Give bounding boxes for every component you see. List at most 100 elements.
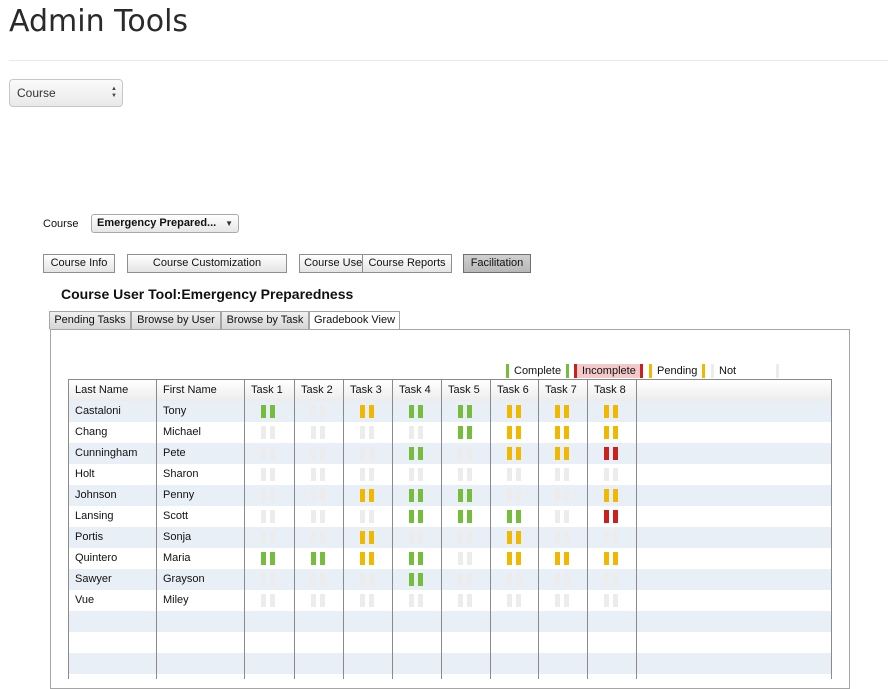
task-status-pending-icon[interactable]: [555, 552, 569, 565]
task-status-not-started-icon[interactable]: [311, 447, 325, 460]
task-status-pending-icon[interactable]: [507, 447, 521, 460]
task-status-complete-icon[interactable]: [409, 573, 423, 586]
task-status-not-started-icon[interactable]: [261, 510, 275, 523]
task-status-not-started-icon[interactable]: [507, 573, 521, 586]
task-status-not-started-icon[interactable]: [311, 426, 325, 439]
task-status-not-started-icon[interactable]: [409, 426, 423, 439]
task-status-not-started-icon[interactable]: [555, 594, 569, 607]
table-row[interactable]: Chang Michael: [69, 422, 831, 443]
task-status-not-started-icon[interactable]: [507, 489, 521, 502]
task-status-complete-icon[interactable]: [261, 405, 275, 418]
task-status-pending-icon[interactable]: [507, 531, 521, 544]
task-status-pending-icon[interactable]: [360, 552, 374, 565]
table-row[interactable]: Holt Sharon: [69, 464, 831, 485]
task-status-not-started-icon[interactable]: [458, 531, 472, 544]
facilitation-button[interactable]: Facilitation: [463, 254, 531, 273]
task-status-not-started-icon[interactable]: [311, 531, 325, 544]
task-status-not-started-icon[interactable]: [604, 468, 618, 481]
task-status-pending-icon[interactable]: [555, 405, 569, 418]
column-header-task-7[interactable]: Task 7: [539, 380, 588, 401]
task-status-not-started-icon[interactable]: [555, 573, 569, 586]
task-status-complete-icon[interactable]: [409, 405, 423, 418]
task-status-complete-icon[interactable]: [458, 405, 472, 418]
tab-browse-by-task[interactable]: Browse by Task: [221, 311, 309, 329]
task-status-not-started-icon[interactable]: [458, 573, 472, 586]
task-status-not-started-icon[interactable]: [311, 405, 325, 418]
table-row[interactable]: Castaloni Tony: [69, 401, 831, 422]
table-row[interactable]: Lansing Scott: [69, 506, 831, 527]
task-status-not-started-icon[interactable]: [555, 489, 569, 502]
column-header-task-2[interactable]: Task 2: [295, 380, 344, 401]
column-header-task-1[interactable]: Task 1: [245, 380, 295, 401]
task-status-not-started-icon[interactable]: [604, 594, 618, 607]
task-status-not-started-icon[interactable]: [555, 531, 569, 544]
task-status-not-started-icon[interactable]: [458, 468, 472, 481]
task-status-not-started-icon[interactable]: [409, 594, 423, 607]
tab-browse-by-user[interactable]: Browse by User: [131, 311, 221, 329]
task-status-complete-icon[interactable]: [311, 552, 325, 565]
task-status-not-started-icon[interactable]: [360, 510, 374, 523]
task-status-not-started-icon[interactable]: [311, 468, 325, 481]
task-status-complete-icon[interactable]: [261, 552, 275, 565]
table-row[interactable]: Quintero Maria: [69, 548, 831, 569]
column-header-task-3[interactable]: Task 3: [344, 380, 393, 401]
task-status-pending-icon[interactable]: [507, 552, 521, 565]
task-status-not-started-icon[interactable]: [507, 594, 521, 607]
column-header-task-4[interactable]: Task 4: [393, 380, 442, 401]
table-row[interactable]: Vue Miley: [69, 590, 831, 611]
table-row[interactable]: Johnson Penny: [69, 485, 831, 506]
task-status-not-started-icon[interactable]: [360, 573, 374, 586]
table-row[interactable]: Cunningham Pete: [69, 443, 831, 464]
task-status-not-started-icon[interactable]: [261, 426, 275, 439]
course-customization-button[interactable]: Course Customization: [127, 254, 287, 273]
task-status-not-started-icon[interactable]: [458, 552, 472, 565]
task-status-pending-icon[interactable]: [360, 531, 374, 544]
task-status-pending-icon[interactable]: [360, 489, 374, 502]
column-header-last-name[interactable]: Last Name: [69, 380, 157, 401]
column-header-task-5[interactable]: Task 5: [442, 380, 491, 401]
task-status-not-started-icon[interactable]: [261, 531, 275, 544]
task-status-complete-icon[interactable]: [409, 552, 423, 565]
course-reports-button[interactable]: Course Reports: [362, 254, 452, 273]
table-row[interactable]: Portis Sonja: [69, 527, 831, 548]
task-status-complete-icon[interactable]: [458, 426, 472, 439]
tab-gradebook-view[interactable]: Gradebook View: [309, 311, 400, 330]
task-status-pending-icon[interactable]: [507, 426, 521, 439]
task-status-pending-icon[interactable]: [604, 426, 618, 439]
task-status-pending-icon[interactable]: [555, 426, 569, 439]
column-header-task-6[interactable]: Task 6: [491, 380, 539, 401]
tab-pending-tasks[interactable]: Pending Tasks: [49, 311, 131, 329]
task-status-complete-icon[interactable]: [458, 489, 472, 502]
task-status-not-started-icon[interactable]: [360, 594, 374, 607]
task-status-not-started-icon[interactable]: [507, 468, 521, 481]
task-status-not-started-icon[interactable]: [604, 531, 618, 544]
task-status-not-started-icon[interactable]: [458, 594, 472, 607]
task-status-pending-icon[interactable]: [604, 552, 618, 565]
task-status-complete-icon[interactable]: [409, 510, 423, 523]
task-status-not-started-icon[interactable]: [458, 447, 472, 460]
column-header-first-name[interactable]: First Name: [157, 380, 245, 401]
task-status-not-started-icon[interactable]: [261, 489, 275, 502]
course-info-button[interactable]: Course Info: [43, 254, 115, 273]
task-status-not-started-icon[interactable]: [261, 468, 275, 481]
task-status-incomplete-icon[interactable]: [604, 510, 618, 523]
task-status-not-started-icon[interactable]: [311, 573, 325, 586]
task-status-pending-icon[interactable]: [604, 489, 618, 502]
task-status-incomplete-icon[interactable]: [604, 447, 618, 460]
task-status-complete-icon[interactable]: [458, 510, 472, 523]
task-status-not-started-icon[interactable]: [360, 447, 374, 460]
task-status-pending-icon[interactable]: [555, 447, 569, 460]
task-status-not-started-icon[interactable]: [311, 489, 325, 502]
task-status-not-started-icon[interactable]: [311, 510, 325, 523]
task-status-complete-icon[interactable]: [409, 489, 423, 502]
task-status-not-started-icon[interactable]: [261, 573, 275, 586]
course-dropdown[interactable]: Emergency Prepared... ▼: [91, 214, 239, 233]
column-header-task-8[interactable]: Task 8: [588, 380, 637, 401]
task-status-pending-icon[interactable]: [604, 405, 618, 418]
task-status-complete-icon[interactable]: [409, 447, 423, 460]
task-status-not-started-icon[interactable]: [261, 594, 275, 607]
task-status-not-started-icon[interactable]: [409, 531, 423, 544]
task-status-not-started-icon[interactable]: [604, 573, 618, 586]
task-status-not-started-icon[interactable]: [360, 468, 374, 481]
context-select[interactable]: Course ▲ ▼: [9, 79, 123, 107]
